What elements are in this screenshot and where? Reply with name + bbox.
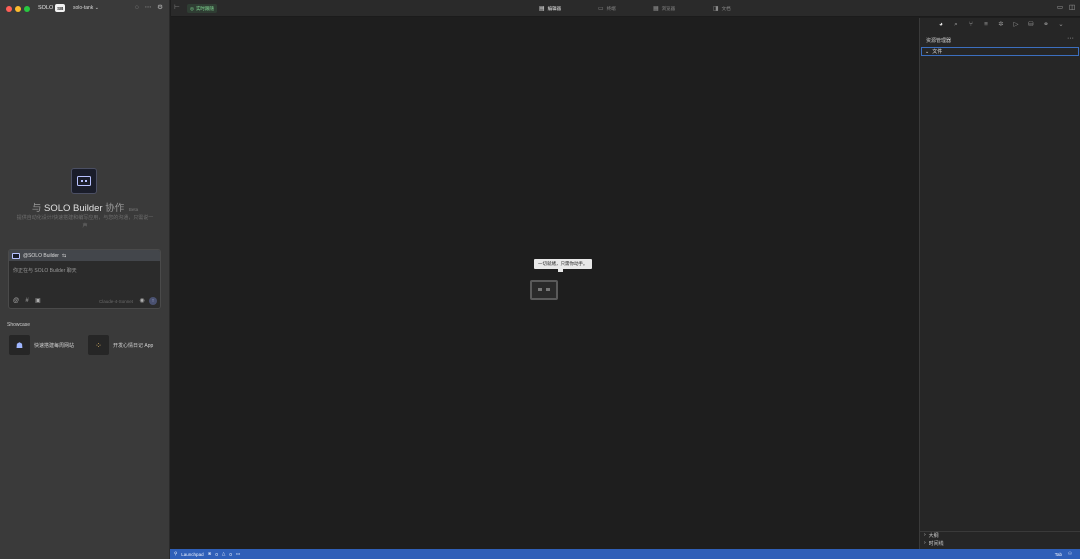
showcase-item-label: 开发心情日记 App bbox=[113, 342, 154, 349]
tab-terminal[interactable]: ▭ 终端 bbox=[598, 4, 616, 13]
minimize-window-button[interactable] bbox=[15, 6, 21, 12]
heading-prefix: 与 bbox=[31, 203, 42, 214]
status-bar: ⚲ Launchpad ⊗ 0 △ 0 ▭ Tab ⚇ bbox=[170, 549, 1080, 559]
list-icon[interactable]: ≡ bbox=[981, 20, 991, 30]
project-name: solo-tank bbox=[73, 5, 94, 11]
warning-count[interactable]: 0 bbox=[229, 552, 232, 557]
showcase-item[interactable]: ☗ 快速搭建每周网站 bbox=[9, 335, 74, 355]
debug-icon[interactable]: ✲ bbox=[996, 20, 1006, 30]
chat-header: @SOLO Builder ⇆ bbox=[9, 250, 160, 261]
docs-icon: ◨ bbox=[713, 6, 719, 12]
showcase-item[interactable]: ⁘ 开发心情日记 App bbox=[88, 335, 153, 355]
beta-badge: Beta bbox=[128, 207, 139, 212]
more-options-icon[interactable]: ··· bbox=[1067, 35, 1074, 42]
source-control-icon[interactable]: ⑂ bbox=[966, 20, 976, 30]
close-window-button[interactable] bbox=[6, 6, 12, 12]
tab-label: 编辑器 bbox=[547, 5, 562, 11]
explorer-icon[interactable]: ◕ bbox=[936, 20, 946, 30]
robot-placeholder-icon bbox=[530, 280, 558, 300]
model-selector[interactable]: Claude-4-Sonnet bbox=[99, 299, 133, 304]
files-section[interactable]: ⌄ 文件 bbox=[921, 47, 1079, 56]
solo-logo bbox=[71, 168, 97, 194]
ready-tooltip: 一切就绪，只需你动手。 bbox=[534, 259, 592, 272]
realtime-label: 实时跟随 bbox=[195, 5, 214, 11]
switch-agent-icon[interactable]: ⇆ bbox=[62, 253, 66, 259]
website-icon: ☗ bbox=[9, 335, 30, 355]
tab-editor[interactable]: ▤ 编辑器 bbox=[539, 4, 561, 13]
activity-icons: ◕ ⌕ ⑂ ≡ ✲ ▷ ⛁ ⚭ ⌄ bbox=[936, 20, 1066, 30]
showcase-title: Showcase bbox=[7, 322, 31, 328]
warning-icon: △ bbox=[221, 551, 226, 556]
notification-icon[interactable]: ▭ bbox=[236, 551, 240, 557]
browser-icon: ▦ bbox=[653, 6, 659, 12]
maximize-window-button[interactable] bbox=[24, 6, 30, 12]
more-icon[interactable]: ⋯ bbox=[144, 4, 152, 12]
run-icon[interactable]: ▷ bbox=[1011, 20, 1021, 30]
layout-icon[interactable]: ▭ bbox=[1056, 4, 1064, 12]
app-brand: SOLO SB bbox=[38, 4, 66, 12]
settings-icon[interactable]: ⚙ bbox=[156, 4, 164, 12]
tab-indicator[interactable]: Tab bbox=[1055, 552, 1062, 557]
realtime-follow-button[interactable]: ◎ 实时跟随 bbox=[187, 4, 217, 13]
tab-label: 终端 bbox=[606, 5, 616, 11]
split-panel-icon[interactable]: ◫ bbox=[1068, 4, 1076, 12]
send-button[interactable]: ↑ bbox=[149, 297, 157, 305]
page-title: 与 SOLO Builder 协作 Beta bbox=[0, 200, 170, 214]
database-icon[interactable]: ⛁ bbox=[1026, 20, 1036, 30]
tab-browser[interactable]: ▦ 浏览器 bbox=[653, 4, 675, 13]
chevron-down-icon: ⌄ bbox=[94, 5, 99, 11]
editor-topbar: ⊢ ◎ 实时跟随 ▤ 编辑器 ▭ 终端 ▦ 浏览器 ◨ 文档 ▭ ◫ bbox=[171, 0, 1080, 17]
image-icon[interactable]: ▣ bbox=[34, 297, 42, 305]
chevron-down-icon: ⌄ bbox=[925, 48, 930, 55]
hash-icon[interactable]: # bbox=[23, 297, 31, 305]
remote-icon[interactable]: ⚲ bbox=[174, 551, 177, 557]
heading-main: SOLO Builder bbox=[43, 203, 103, 214]
chevron-down-icon[interactable]: ⌄ bbox=[1056, 20, 1066, 30]
robot-face-icon bbox=[77, 176, 91, 186]
project-selector[interactable]: solo-tank ⌄ bbox=[73, 5, 99, 11]
outline-label: 大纲 bbox=[928, 533, 939, 539]
chat-agent-name: @SOLO Builder bbox=[23, 252, 59, 259]
explorer-title: 资源管理器 bbox=[926, 38, 952, 44]
brand-text: SOLO bbox=[38, 5, 54, 11]
brand-badge: SB bbox=[55, 4, 66, 12]
page-subtitle: 提供自动化设计/快速搭建和编写应用，与您的沟通，只需说一声 bbox=[16, 215, 154, 229]
editor-area: 一切就绪，只需你动手。 bbox=[171, 18, 919, 549]
launchpad-button[interactable]: Launchpad bbox=[181, 552, 203, 557]
timeline-label: 时间线 bbox=[928, 541, 944, 547]
error-icon: ⊗ bbox=[207, 551, 212, 556]
status-right: Tab ⚇ bbox=[1055, 550, 1072, 558]
tab-label: 浏览器 bbox=[661, 5, 676, 11]
tab-label: 文档 bbox=[721, 5, 731, 11]
tab-docs[interactable]: ◨ 文档 bbox=[713, 4, 731, 13]
chevron-right-icon: › bbox=[924, 532, 926, 538]
chat-box: @SOLO Builder ⇆ 你正在与 SOLO Builder 聊天 @ #… bbox=[8, 249, 161, 309]
accounts-icon[interactable]: ⚇ bbox=[1068, 551, 1072, 557]
outline-section[interactable]: › 大纲 bbox=[924, 532, 939, 539]
chat-toolbar: @ # ▣ Claude-4-Sonnet ◉ ↑ bbox=[12, 297, 157, 305]
search-icon[interactable]: ⌕ bbox=[951, 20, 961, 30]
status-left: ⚲ Launchpad ⊗ 0 △ 0 ▭ bbox=[174, 550, 240, 558]
error-count[interactable]: 0 bbox=[215, 552, 218, 557]
heading-suffix: 协作 bbox=[105, 203, 125, 214]
mood-diary-icon: ⁘ bbox=[88, 335, 109, 355]
solo-builder-panel: SOLO SB solo-tank ⌄ ◌ ⋯ ⚙ 与 SOLO Builder… bbox=[0, 0, 170, 559]
microphone-icon[interactable]: ◉ bbox=[138, 297, 146, 305]
solo-builder-icon bbox=[12, 252, 20, 259]
chat-input[interactable]: 你正在与 SOLO Builder 聊天 bbox=[13, 267, 77, 274]
divider bbox=[920, 531, 1080, 532]
chevron-right-icon: › bbox=[924, 540, 926, 546]
mention-icon[interactable]: @ bbox=[12, 297, 20, 305]
chat-bubble-icon[interactable]: ◌ bbox=[133, 4, 141, 12]
left-titlebar: SOLO SB solo-tank ⌄ ◌ ⋯ ⚙ bbox=[0, 0, 170, 17]
showcase-item-label: 快速搭建每周网站 bbox=[34, 342, 75, 349]
link-icon[interactable]: ⚭ bbox=[1041, 20, 1051, 30]
terminal-icon: ▭ bbox=[598, 6, 604, 12]
follow-icon: ◎ bbox=[190, 5, 194, 11]
explorer-panel: ◕ ⌕ ⑂ ≡ ✲ ▷ ⛁ ⚭ ⌄ 资源管理器 ··· ⌄ 文件 › 大纲 › … bbox=[919, 18, 1080, 549]
files-label: 文件 bbox=[932, 49, 943, 55]
editor-icon: ▤ bbox=[539, 6, 545, 12]
collapse-sidebar-icon[interactable]: ⊢ bbox=[173, 4, 181, 12]
timeline-section[interactable]: › 时间线 bbox=[924, 540, 944, 547]
